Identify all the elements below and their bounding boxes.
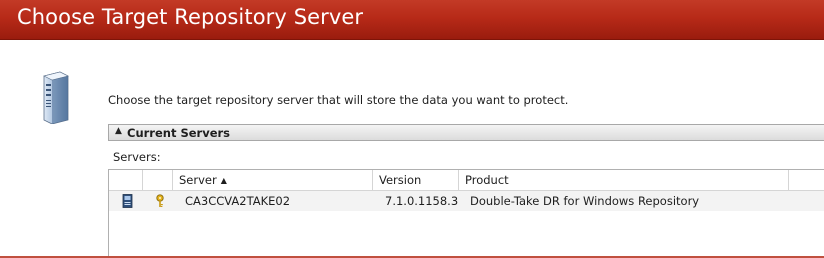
column-header-server-label: Server: [179, 173, 217, 187]
server-name-cell: CA3CCVA2TAKE02: [185, 194, 291, 208]
column-header-version[interactable]: Version: [373, 170, 459, 190]
column-header-extra[interactable]: [789, 170, 824, 190]
column-header-product[interactable]: Product: [459, 170, 789, 190]
column-header-status[interactable]: [143, 170, 173, 190]
server-machine-icon: [122, 194, 133, 208]
table-header: Server ▲ Version Product: [109, 170, 824, 191]
column-header-server[interactable]: Server ▲: [173, 170, 373, 190]
page-title: Choose Target Repository Server: [17, 5, 364, 29]
product-cell: Double-Take DR for Windows Repository: [470, 194, 700, 208]
instruction-text: Choose the target repository server that…: [108, 93, 569, 107]
key-icon: [156, 194, 164, 207]
group-title: Current Servers: [127, 126, 231, 140]
servers-table[interactable]: Server ▲ Version Product CA3CCVA2TAKE02 7…: [108, 169, 824, 258]
servers-label: Servers:: [113, 150, 161, 164]
column-header-icon[interactable]: [109, 170, 143, 190]
title-bar: Choose Target Repository Server: [0, 0, 824, 40]
current-servers-group-header[interactable]: ▲ Current Servers: [108, 124, 824, 141]
collapse-caret-icon[interactable]: ▲: [115, 126, 122, 136]
table-row[interactable]: CA3CCVA2TAKE02 7.1.0.1158.3 Double-Take …: [109, 191, 824, 211]
sort-ascending-icon: ▲: [220, 176, 227, 185]
version-cell: 7.1.0.1158.3: [385, 194, 459, 208]
server-tower-icon: [43, 71, 69, 124]
